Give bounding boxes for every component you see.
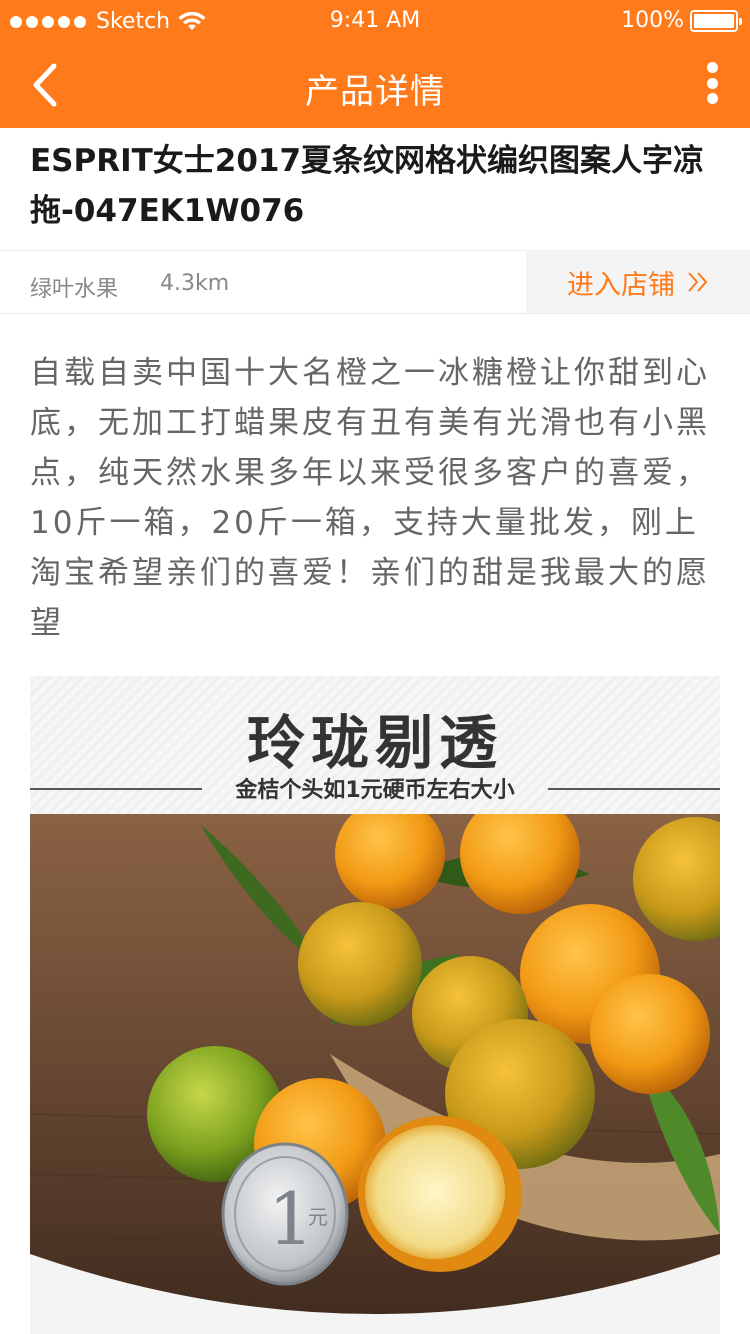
store-row: 绿叶水果 4.3km 进入店铺 [0, 250, 750, 314]
enter-store-label: 进入店铺 [567, 269, 675, 301]
battery-percent: 100% [621, 8, 684, 33]
promo-headline: 玲珑剔透 [246, 709, 503, 777]
promo-subline: 金桔个头如1元硬币左右大小 [235, 778, 515, 803]
product-description: 自载自卖中国十大名橙之一冰糖橙让你甜到心底，无加工打蜡果皮有丑有美有光滑也有小黑… [30, 355, 710, 641]
nav-bar: Sketch 9:41 AM 100% 产品详情 [0, 0, 750, 128]
more-vertical-icon[interactable] [700, 60, 724, 106]
coin-numeral: 1 [268, 1177, 314, 1261]
coin-unit: 元 [308, 1205, 328, 1229]
promo-image: 玲珑剔透 金桔个头如1元硬币左右大小 1 元 [30, 676, 720, 1334]
status-bar: Sketch 9:41 AM 100% [0, 0, 750, 40]
page-title: 产品详情 [305, 72, 445, 112]
product-title: ESPRIT女士2017夏条纹网格状编织图案人字凉拖-047EK1W076 [30, 143, 705, 229]
kumquat-photo: 1 元 [30, 814, 720, 1334]
battery-icon [690, 9, 742, 32]
double-chevron-right-icon [688, 272, 708, 292]
enter-store-button[interactable]: 进入店铺 [526, 251, 750, 313]
store-name: 绿叶水果 [30, 277, 119, 302]
store-distance: 4.3km [160, 271, 230, 296]
